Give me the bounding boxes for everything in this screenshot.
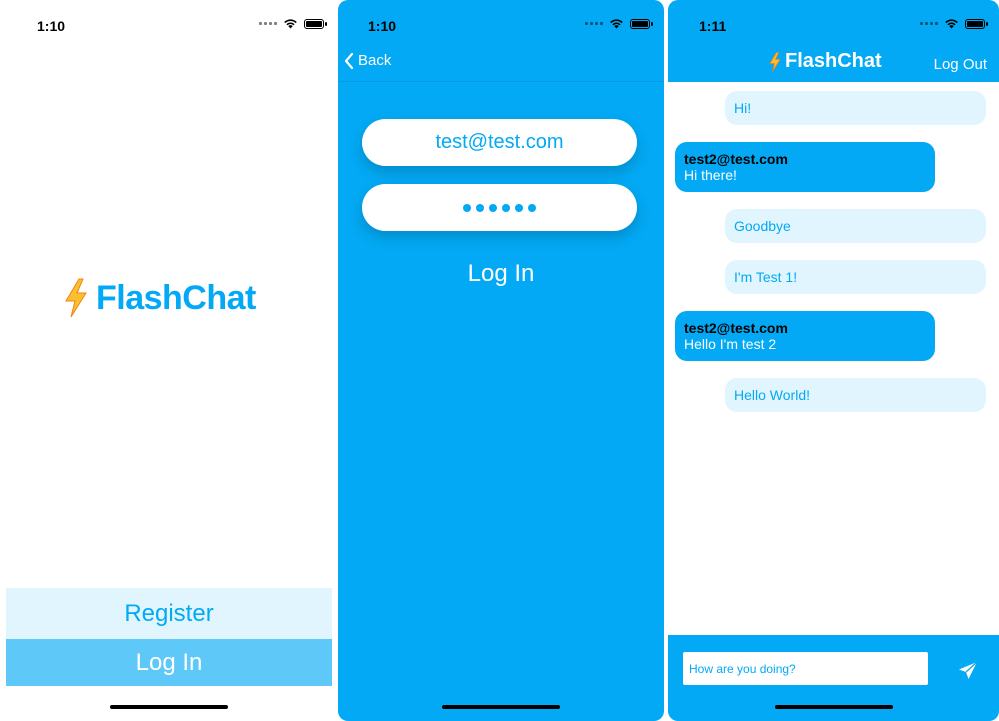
logout-button[interactable]: Log Out <box>934 56 987 73</box>
wifi-icon <box>610 19 623 29</box>
wifi-icon <box>945 19 958 29</box>
home-indicator <box>442 705 560 709</box>
lightning-bolt-icon <box>769 51 781 72</box>
message-text: Hello World! <box>734 387 810 403</box>
wifi-icon <box>284 19 297 29</box>
email-field[interactable]: test@test.com <box>362 119 637 166</box>
chat-title-text: FlashChat <box>785 50 882 72</box>
message-sender: test2@test.com <box>684 151 788 167</box>
welcome-screen: 1:10 FlashChat Register Log In <box>0 0 338 721</box>
login-screen: 1:10 Back test@test.com Log In <box>338 0 664 721</box>
home-indicator <box>110 705 228 709</box>
message-text: Hi! <box>734 100 752 116</box>
battery-icon <box>304 18 327 29</box>
chevron-left-icon <box>344 52 354 69</box>
status-bar: 1:10 <box>338 0 664 44</box>
message-list[interactable]: Hi! test2@test.com Hi there! Goodbye I'm… <box>668 82 999 635</box>
message-composer <box>668 635 999 721</box>
email-value: test@test.com <box>435 131 564 153</box>
message-bubble-mine: Goodbye <box>725 209 986 243</box>
status-time: 1:10 <box>368 18 397 34</box>
register-button[interactable]: Register <box>6 588 332 639</box>
back-label: Back <box>358 52 392 69</box>
app-name: FlashChat <box>96 278 256 317</box>
message-bubble-mine: Hello World! <box>725 378 986 412</box>
home-indicator <box>774 705 893 709</box>
message-input[interactable] <box>683 652 928 685</box>
password-mask <box>463 203 536 212</box>
status-icons <box>585 18 653 29</box>
message-bubble-mine: Hi! <box>725 91 986 125</box>
message-text: I'm Test 1! <box>734 269 798 285</box>
login-submit-button[interactable]: Log In <box>338 260 664 288</box>
chat-screen: 1:11 FlashChat Log Out Hi! test2@test.co… <box>668 0 999 721</box>
status-time: 1:11 <box>699 18 727 34</box>
password-field[interactable] <box>362 184 637 231</box>
message-text: Goodbye <box>734 218 791 234</box>
cellular-signal-icon <box>585 22 603 25</box>
login-button[interactable]: Log In <box>6 639 332 686</box>
cellular-signal-icon <box>259 22 277 25</box>
status-bar: 1:11 <box>668 0 999 44</box>
lightning-bolt-icon <box>65 278 87 318</box>
chat-header: 1:11 FlashChat Log Out <box>668 0 999 82</box>
navigation-bar: Back <box>338 44 664 82</box>
back-button[interactable]: Back <box>344 52 391 69</box>
message-text: Hi there! <box>684 167 737 183</box>
app-logo: FlashChat <box>62 278 256 318</box>
message-text: Hello I'm test 2 <box>684 336 777 352</box>
status-time: 1:10 <box>37 18 66 34</box>
cellular-signal-icon <box>920 22 938 25</box>
paperplane-icon[interactable] <box>957 660 979 682</box>
status-icons <box>259 18 327 29</box>
battery-icon <box>965 18 988 29</box>
message-bubble-mine: I'm Test 1! <box>725 260 986 294</box>
message-bubble-other: test2@test.com Hi there! <box>675 142 935 192</box>
status-bar: 1:10 <box>0 0 338 44</box>
status-icons <box>920 18 988 29</box>
battery-icon <box>630 18 653 29</box>
message-sender: test2@test.com <box>684 320 788 336</box>
message-bubble-other: test2@test.com Hello I'm test 2 <box>675 311 935 361</box>
chat-title: FlashChat <box>768 50 882 73</box>
